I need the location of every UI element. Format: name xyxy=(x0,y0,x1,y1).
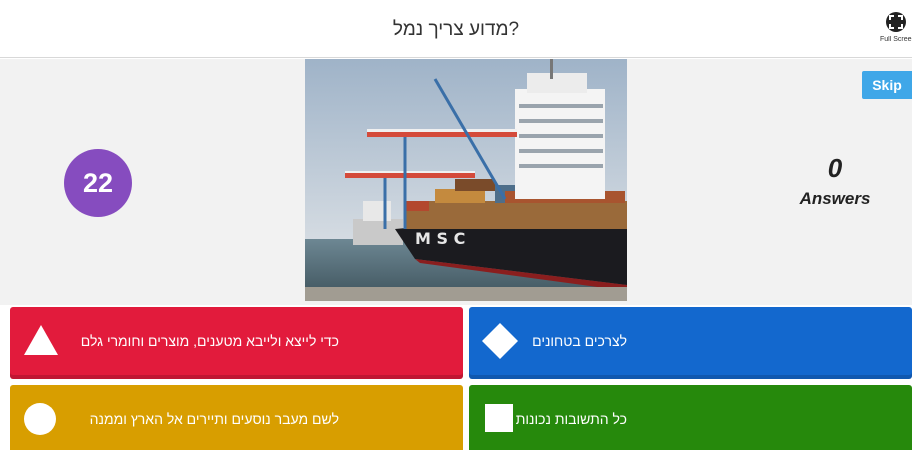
question-stage: 22 M S C Skip 0 Answers xyxy=(0,59,912,305)
answer-tile-diamond[interactable]: לצרכים בטחונים xyxy=(469,307,912,379)
question-image: M S C xyxy=(305,59,627,301)
fullscreen-label: Full Screen xyxy=(880,36,912,43)
fullscreen-icon xyxy=(886,12,906,32)
answer-text: לשם מעבר נוסעים ותיירים אל הארץ וממנה xyxy=(89,411,339,427)
top-bar: ?מדוע צריך נמל Full Screen xyxy=(0,0,912,58)
skip-button[interactable]: Skip xyxy=(862,71,912,99)
answer-text: כדי לייצא ולייבא מטענים, מוצרים וחומרי ג… xyxy=(80,333,339,349)
countdown-timer: 22 xyxy=(64,149,132,217)
svg-text:M S C: M S C xyxy=(415,229,465,248)
answers-count: 0 xyxy=(827,153,843,183)
answer-text: כל התשובות נכונות xyxy=(515,411,627,427)
answer-tile-square[interactable]: כל התשובות נכונות xyxy=(469,385,912,450)
circle-icon xyxy=(24,403,56,440)
answer-text: לצרכים בטחונים xyxy=(532,333,627,349)
answer-tile-circle[interactable]: לשם מעבר נוסעים ותיירים אל הארץ וממנה xyxy=(10,385,463,450)
triangle-icon xyxy=(24,325,58,360)
question-title: ?מדוע צריך נמל xyxy=(392,19,520,40)
square-icon xyxy=(485,404,513,437)
answers-label: Answers xyxy=(799,189,871,208)
fullscreen-button[interactable]: Full Screen xyxy=(880,10,912,50)
answer-tile-triangle[interactable]: כדי לייצא ולייבא מטענים, מוצרים וחומרי ג… xyxy=(10,307,463,379)
diamond-icon xyxy=(482,323,518,364)
